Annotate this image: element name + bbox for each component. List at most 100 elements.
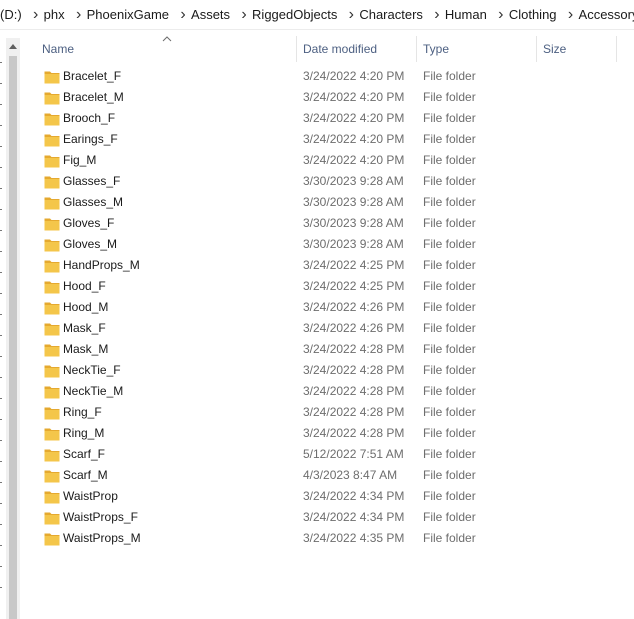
breadcrumb-item[interactable]: Characters <box>359 0 445 29</box>
breadcrumb: (D:) phx PhoenixGame Assets RiggedObjects Cha… <box>0 0 634 30</box>
tree-line-dot <box>0 587 2 588</box>
file-row[interactable]: Scarf_M 4/3/2023 8:47 AM File folder <box>22 465 634 486</box>
file-row[interactable]: Glasses_M 3/30/2023 9:28 AM File folder <box>22 192 634 213</box>
tree-line-dot <box>0 125 2 126</box>
folder-icon <box>44 112 60 126</box>
breadcrumb-item[interactable]: Clothing <box>509 0 579 29</box>
breadcrumb-item[interactable]: RiggedObjects <box>252 0 359 29</box>
file-name: Gloves_F <box>63 216 115 230</box>
column-divider[interactable] <box>616 36 617 62</box>
tree-line-dot <box>0 272 2 273</box>
file-name: Scarf_M <box>63 468 108 482</box>
vertical-scrollbar[interactable] <box>6 38 20 619</box>
tree-line-dot <box>0 377 2 378</box>
tree-line-dot <box>0 335 2 336</box>
file-row[interactable]: Hood_F 3/24/2022 4:25 PM File folder <box>22 276 634 297</box>
file-row[interactable]: Gloves_M 3/30/2023 9:28 AM File folder <box>22 234 634 255</box>
file-name: Mask_M <box>63 342 109 356</box>
file-row[interactable]: NeckTie_F 3/24/2022 4:28 PM File folder <box>22 360 634 381</box>
file-date-modified: 3/24/2022 4:26 PM <box>303 321 405 335</box>
file-row[interactable]: Glasses_F 3/30/2023 9:28 AM File folder <box>22 171 634 192</box>
file-row[interactable]: Scarf_F 5/12/2022 7:51 AM File folder <box>22 444 634 465</box>
file-row[interactable]: Bracelet_M 3/24/2022 4:20 PM File folder <box>22 87 634 108</box>
file-type: File folder <box>423 279 476 293</box>
folder-icon <box>44 238 60 252</box>
chevron-right-icon[interactable] <box>28 8 44 22</box>
scrollbar-thumb[interactable] <box>9 56 17 619</box>
column-header-date-modified[interactable]: Date modified <box>296 36 416 62</box>
tree-line-dot <box>0 356 2 357</box>
breadcrumb-item-label: Accessory <box>578 7 634 22</box>
chevron-right-icon[interactable] <box>236 8 252 22</box>
folder-icon <box>44 406 60 420</box>
chevron-right-icon[interactable] <box>175 8 191 22</box>
breadcrumb-item[interactable]: Accessory <box>579 0 634 29</box>
file-type: File folder <box>423 384 476 398</box>
file-date-modified: 3/24/2022 4:20 PM <box>303 132 405 146</box>
file-date-modified: 3/24/2022 4:28 PM <box>303 363 405 377</box>
file-row[interactable]: WaistProp 3/24/2022 4:34 PM File folder <box>22 486 634 507</box>
file-date-modified: 3/24/2022 4:28 PM <box>303 405 405 419</box>
file-name: NeckTie_F <box>63 363 121 377</box>
folder-icon <box>44 259 60 273</box>
file-row[interactable]: Fig_M 3/24/2022 4:20 PM File folder <box>22 150 634 171</box>
file-row[interactable]: Ring_F 3/24/2022 4:28 PM File folder <box>22 402 634 423</box>
file-row[interactable]: NeckTie_M 3/24/2022 4:28 PM File folder <box>22 381 634 402</box>
chevron-right-icon[interactable] <box>563 8 579 22</box>
folder-icon <box>44 217 60 231</box>
file-date-modified: 5/12/2022 7:51 AM <box>303 447 404 461</box>
file-row[interactable]: Bracelet_F 3/24/2022 4:20 PM File folder <box>22 66 634 87</box>
folder-icon <box>44 343 60 357</box>
file-row[interactable]: HandProps_M 3/24/2022 4:25 PM File folder <box>22 255 634 276</box>
file-type: File folder <box>423 174 476 188</box>
file-name: Glasses_M <box>63 195 124 209</box>
tree-line-dot <box>0 62 2 63</box>
file-row[interactable]: Mask_F 3/24/2022 4:26 PM File folder <box>22 318 634 339</box>
scroll-up-arrow-icon[interactable] <box>6 38 20 54</box>
tree-line-dot <box>0 293 2 294</box>
breadcrumb-item[interactable]: Assets <box>191 0 252 29</box>
folder-icon <box>44 532 60 546</box>
file-row[interactable]: Ring_M 3/24/2022 4:28 PM File folder <box>22 423 634 444</box>
breadcrumb-item-label: phx <box>43 7 65 22</box>
tree-line-dot <box>0 104 2 105</box>
chevron-right-icon[interactable] <box>71 8 87 22</box>
folder-icon <box>44 385 60 399</box>
folder-icon <box>44 196 60 210</box>
file-row[interactable]: Hood_M 3/24/2022 4:26 PM File folder <box>22 297 634 318</box>
column-header-size[interactable]: Size <box>536 36 616 62</box>
file-row[interactable]: Earings_F 3/24/2022 4:20 PM File folder <box>22 129 634 150</box>
folder-icon <box>44 448 60 462</box>
column-header-type[interactable]: Type <box>416 36 536 62</box>
breadcrumb-item-label: Characters <box>359 7 423 22</box>
column-header-name[interactable]: Name <box>35 36 296 62</box>
breadcrumb-item-label: Human <box>444 7 487 22</box>
chevron-right-icon[interactable] <box>429 8 445 22</box>
file-row[interactable]: WaistProps_F 3/24/2022 4:34 PM File folder <box>22 507 634 528</box>
file-name: Ring_M <box>63 426 105 440</box>
file-row[interactable]: WaistProps_M 3/24/2022 4:35 PM File folder <box>22 528 634 549</box>
file-row[interactable]: Brooch_F 3/24/2022 4:20 PM File folder <box>22 108 634 129</box>
tree-line-dot <box>0 440 2 441</box>
breadcrumb-item[interactable]: (D:) <box>0 0 44 29</box>
folder-icon <box>44 70 60 84</box>
tree-line-dot <box>0 314 2 315</box>
tree-line-dot <box>0 188 2 189</box>
file-row[interactable]: Mask_M 3/24/2022 4:28 PM File folder <box>22 339 634 360</box>
file-type: File folder <box>423 531 476 545</box>
file-name: Bracelet_F <box>63 69 122 83</box>
breadcrumb-item[interactable]: PhoenixGame <box>87 0 191 29</box>
tree-line-dot <box>0 503 2 504</box>
chevron-right-icon[interactable] <box>343 8 359 22</box>
folder-icon <box>44 175 60 189</box>
breadcrumb-item[interactable]: Human <box>445 0 509 29</box>
file-date-modified: 4/3/2023 8:47 AM <box>303 468 398 482</box>
file-name: WaistProps_M <box>63 531 141 545</box>
file-type: File folder <box>423 69 476 83</box>
breadcrumb-item[interactable]: phx <box>44 0 87 29</box>
chevron-right-icon[interactable] <box>493 8 509 22</box>
file-date-modified: 3/24/2022 4:20 PM <box>303 90 405 104</box>
file-list: Bracelet_F 3/24/2022 4:20 PM File folder Br… <box>22 66 634 549</box>
file-row[interactable]: Gloves_F 3/30/2023 9:28 AM File folder <box>22 213 634 234</box>
folder-icon <box>44 133 60 147</box>
